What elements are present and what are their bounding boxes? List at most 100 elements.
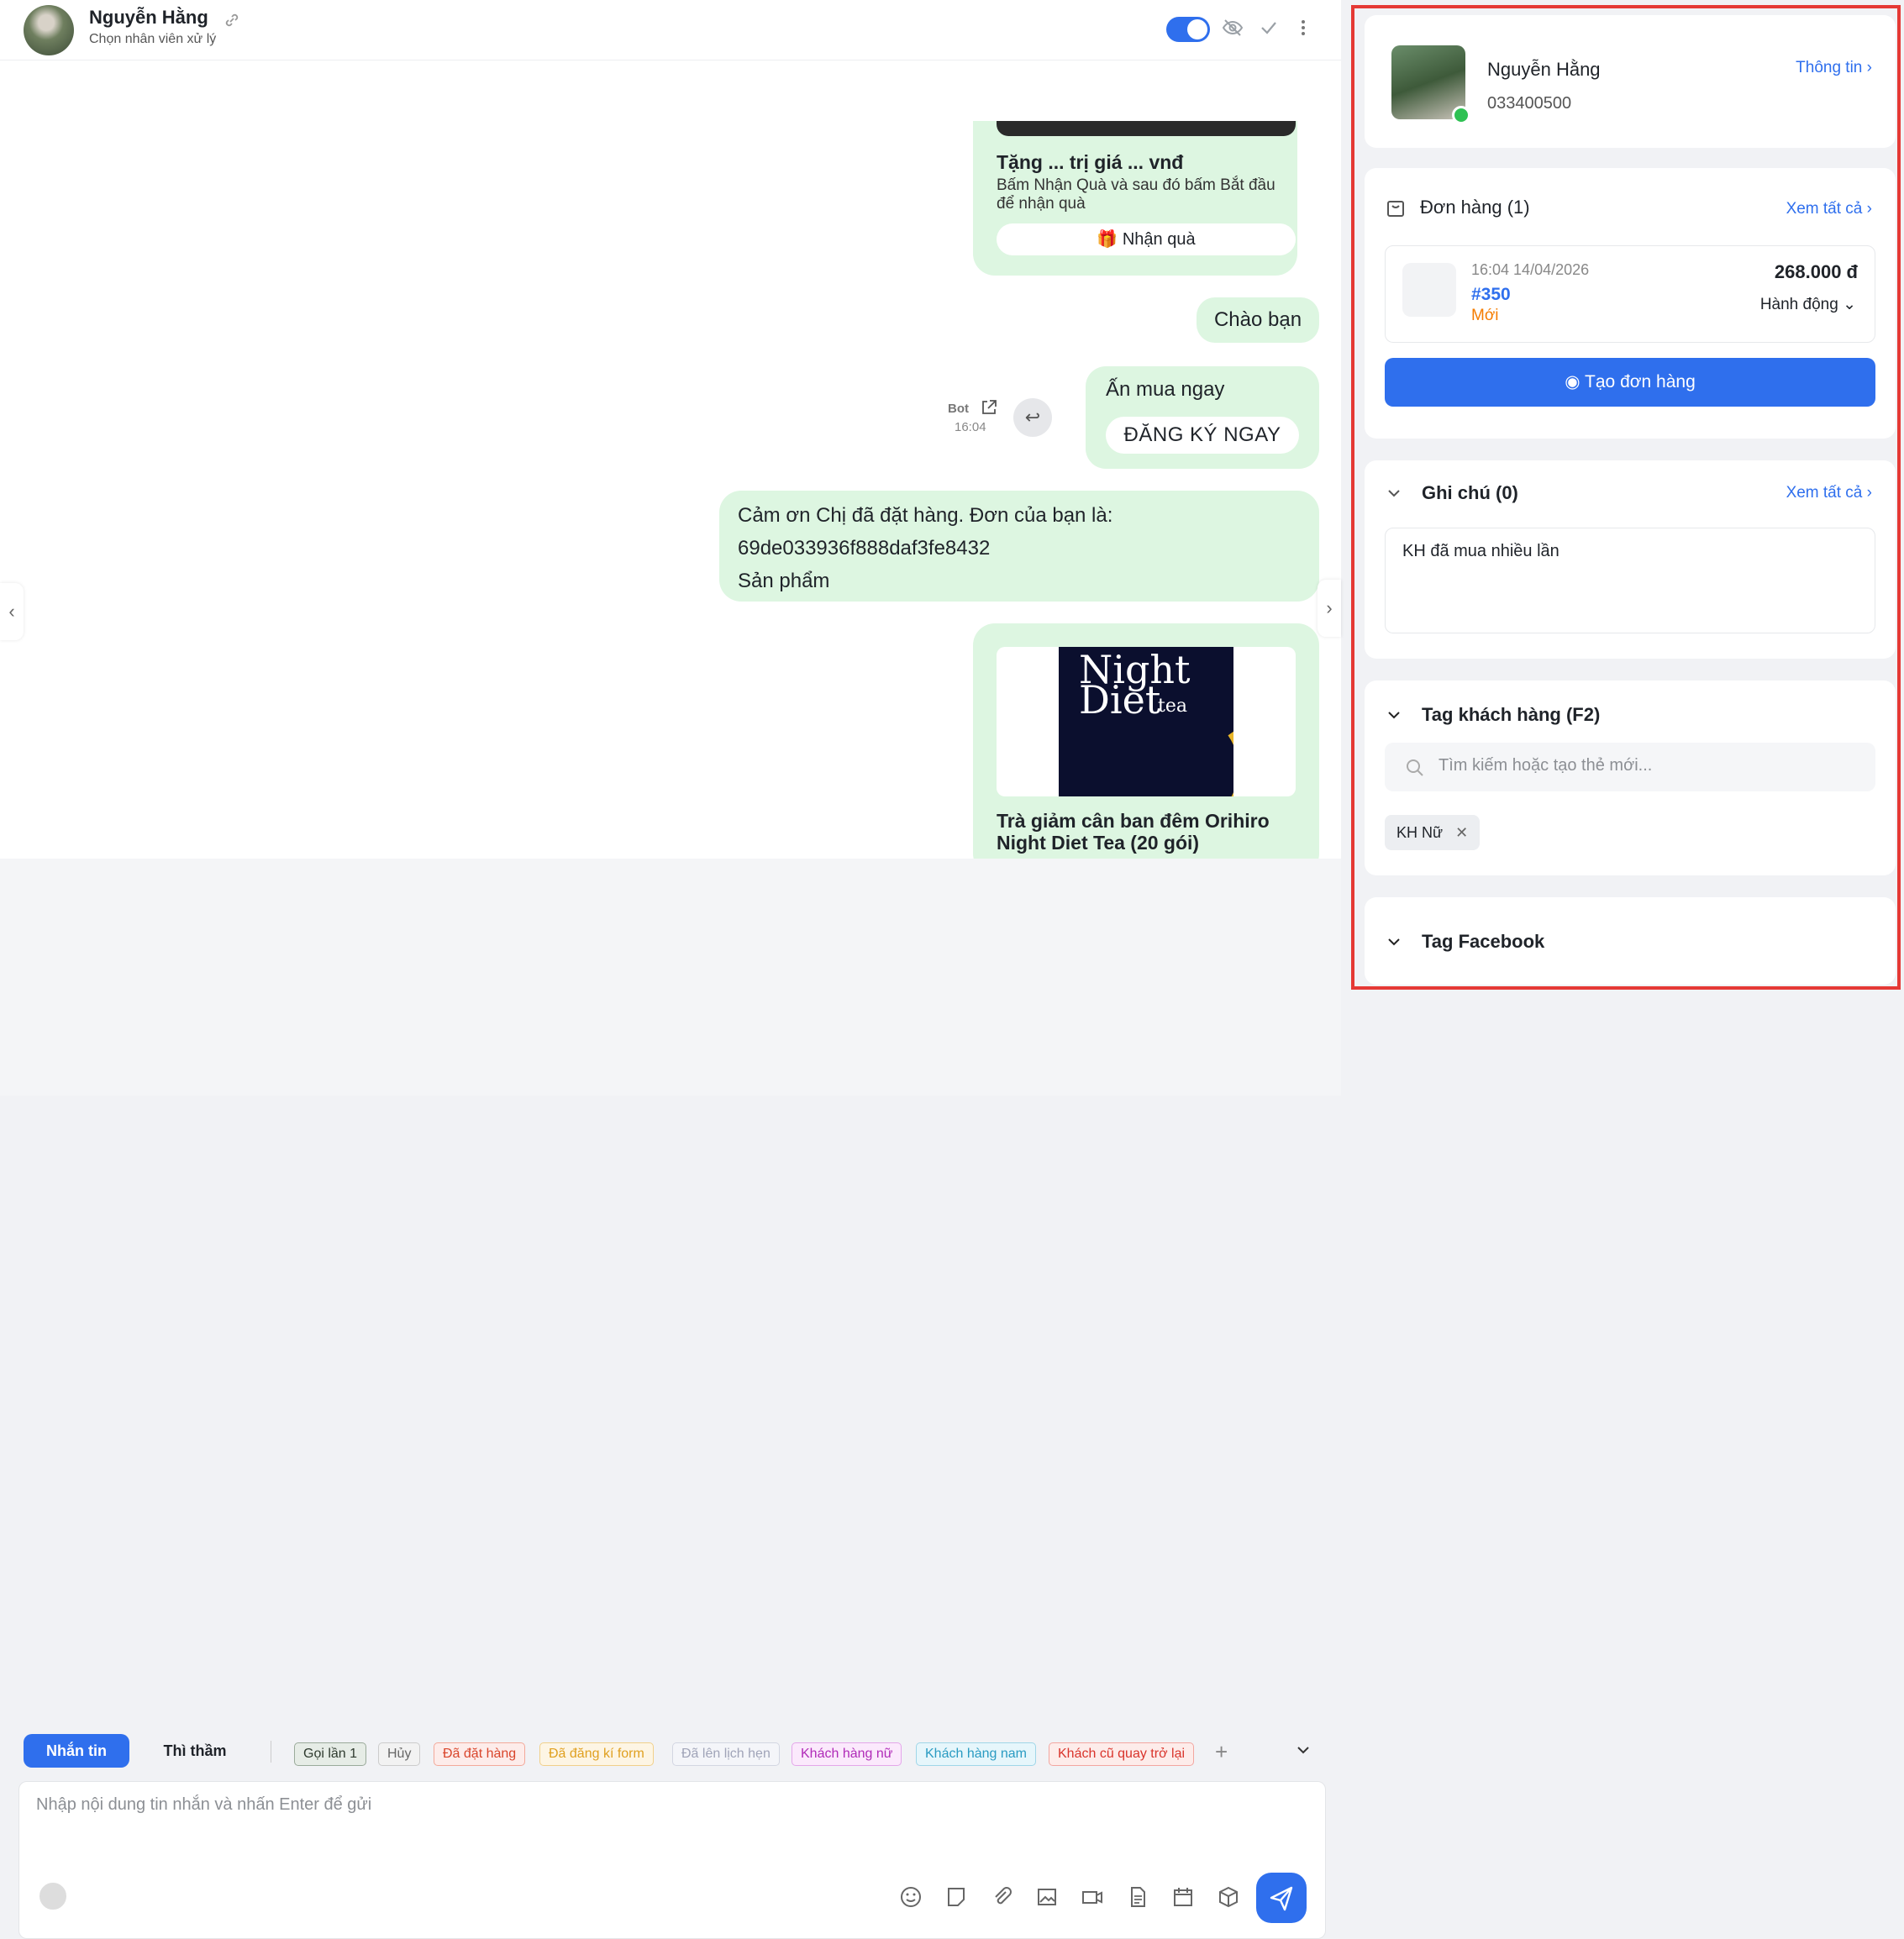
quick-tag[interactable]: Khách hàng nam: [916, 1742, 1036, 1766]
facebook-tags-title: Tag Facebook: [1422, 931, 1545, 952]
chevron-down-icon[interactable]: [1294, 1741, 1312, 1759]
quick-tag[interactable]: Đã lên lịch hẹn: [672, 1742, 780, 1766]
link-icon[interactable]: [224, 12, 240, 29]
more-icon[interactable]: [1294, 15, 1312, 40]
assign-staff-link[interactable]: Chọn nhân viên xử lý: [89, 32, 216, 47]
sender-avatar[interactable]: [38, 1881, 68, 1911]
notes-title: Ghi chú (0): [1422, 482, 1518, 503]
confirmation-line-3: Sản phẩm: [738, 570, 830, 592]
create-order-label: Tạo đơn hàng: [1585, 372, 1696, 391]
sticker-icon[interactable]: [944, 1884, 969, 1910]
document-icon[interactable]: [1125, 1884, 1150, 1910]
send-icon: [1270, 1886, 1293, 1911]
chevron-down-icon[interactable]: [1385, 933, 1403, 951]
customer-name: Nguyễn Hằng: [89, 7, 208, 28]
chevron-down-icon[interactable]: [1385, 484, 1403, 502]
bot-label: Bot: [948, 402, 969, 416]
message-input[interactable]: Nhập nội dung tin nhắn và nhấn Enter để …: [18, 1781, 1326, 1939]
quick-tag[interactable]: Gọi lần 1: [294, 1742, 367, 1766]
message-time: 16:04: [955, 420, 986, 434]
order-bag-icon: [1402, 263, 1456, 317]
customer-phone: 033400500: [1487, 94, 1572, 113]
product-image-text: tea: [1158, 696, 1187, 717]
close-icon[interactable]: ✕: [1455, 824, 1468, 841]
info-link-label: Thông tin: [1796, 59, 1863, 76]
create-order-icon: ◉: [1565, 372, 1581, 391]
facebook-tags-card: Tag Facebook: [1365, 897, 1896, 985]
tag-search-input[interactable]: Tìm kiếm hoặc tạo thẻ mới...: [1385, 743, 1875, 791]
search-icon: [1407, 759, 1423, 776]
attachment-icon[interactable]: [989, 1884, 1014, 1910]
order-confirmation-message: Cảm ơn Chị đã đặt hàng. Đơn của bạn là: …: [719, 491, 1319, 602]
online-status-dot: [1452, 106, 1470, 124]
notes-card: Ghi chú (0) Xem tất cả › KH đã mua nhiều…: [1365, 460, 1896, 659]
order-action-label: Hành động: [1759, 296, 1838, 313]
tag-chip-label: KH Nữ: [1396, 824, 1444, 841]
register-button[interactable]: ĐĂNG KÝ NGAY: [1106, 417, 1299, 454]
note-field[interactable]: KH đã mua nhiều lần: [1385, 528, 1875, 633]
notes-view-all[interactable]: Xem tất cả ›: [1786, 484, 1872, 502]
tag-search-placeholder: Tìm kiếm hoặc tạo thẻ mới...: [1439, 756, 1653, 775]
product-image-text: Diet: [1079, 677, 1161, 723]
order-action-dropdown[interactable]: Hành động ⌄: [1760, 295, 1856, 314]
orders-card: Đơn hàng (1) Xem tất cả › 16:04 14/04/20…: [1365, 168, 1896, 439]
quick-tag[interactable]: Đã đăng kí form: [539, 1742, 654, 1766]
message-placeholder: Nhập nội dung tin nhắn và nhấn Enter để …: [36, 1795, 372, 1814]
collapse-left-button[interactable]: ‹: [0, 583, 24, 640]
quick-tag[interactable]: Hủy: [378, 1742, 421, 1766]
avatar[interactable]: [24, 5, 74, 55]
buy-message: Ấn mua ngay ĐĂNG KÝ NGAY: [1086, 366, 1319, 469]
order-amount: 268.000 đ: [1774, 261, 1858, 282]
quick-tag[interactable]: Khách cũ quay trở lại: [1049, 1742, 1195, 1766]
tab-message[interactable]: Nhắn tin: [24, 1734, 129, 1768]
collapse-right-button[interactable]: ›: [1318, 580, 1341, 637]
customer-card: Nguyễn Hằng 033400500 Thông tin ›: [1365, 15, 1896, 148]
customer-name: Nguyễn Hằng: [1487, 59, 1601, 80]
product-card[interactable]: Night Diet tea Trà giảm cân ban đêm Orih…: [973, 623, 1319, 875]
orders-title: Đơn hàng (1): [1420, 197, 1530, 218]
message-list[interactable]: Tặng ... trị giá ... vnđ Bấm Nhận Quà và…: [0, 60, 1341, 875]
buy-text: Ấn mua ngay: [1106, 378, 1225, 401]
bag-icon: [1387, 201, 1404, 217]
tag-chip[interactable]: KH Nữ ✕: [1385, 815, 1481, 850]
add-tag-icon[interactable]: +: [1215, 1739, 1228, 1765]
promo-title: Tặng ... trị giá ... vnđ: [997, 151, 1184, 173]
image-icon[interactable]: [1034, 1884, 1060, 1910]
promo-image: [997, 121, 1296, 136]
quick-tag[interactable]: Khách hàng nữ: [792, 1742, 902, 1766]
confirmation-line-1: Cảm ơn Chị đã đặt hàng. Đơn của bạn là:: [738, 504, 1113, 527]
calendar-icon[interactable]: [1170, 1884, 1196, 1910]
create-order-button[interactable]: ◉ Tạo đơn hàng: [1385, 358, 1875, 407]
package-icon[interactable]: [1216, 1884, 1241, 1910]
orders-view-all-label: Xem tất cả: [1786, 200, 1863, 218]
order-code: 69de033936f888daf3fe8432: [738, 537, 991, 560]
orders-view-all[interactable]: Xem tất cả ›: [1786, 200, 1872, 218]
composer: Nhắn tin Thì thầm Gọi lần 1 Hủy Đã đặt hàn…: [0, 859, 1341, 1939]
external-link-icon[interactable]: [980, 398, 998, 417]
order-item[interactable]: 16:04 14/04/2026 #350 Mới 268.000 đ Hành…: [1385, 245, 1875, 343]
promo-description: Bấm Nhận Quà và sau đó bấm Bắt đầu để nh…: [997, 176, 1275, 213]
claim-gift-button[interactable]: 🎁 Nhận quà: [997, 223, 1296, 255]
eye-off-icon[interactable]: [1220, 15, 1245, 40]
reply-icon[interactable]: ↩: [1013, 398, 1052, 437]
check-icon[interactable]: [1257, 15, 1281, 40]
order-date: 16:04 14/04/2026: [1471, 261, 1590, 278]
bot-toggle[interactable]: [1166, 17, 1210, 42]
notes-view-all-label: Xem tất cả: [1786, 484, 1863, 502]
quick-tag[interactable]: Đã đặt hàng: [434, 1742, 526, 1766]
greeting-message: Chào bạn: [1197, 297, 1319, 343]
chat-header: Nguyễn Hằng Chọn nhân viên xử lý: [0, 0, 1341, 60]
send-button[interactable]: [1256, 1873, 1307, 1923]
info-link[interactable]: Thông tin ›: [1796, 59, 1872, 77]
promo-message: Tặng ... trị giá ... vnđ Bấm Nhận Quà và…: [973, 121, 1297, 276]
tab-whisper[interactable]: Thì thầm: [150, 1734, 240, 1768]
customer-tags-title: Tag khách hàng (F2): [1422, 704, 1601, 725]
product-name: Trà giảm cân ban đêm Orihiro Night Diet …: [997, 810, 1270, 854]
chat-area: Nguyễn Hằng Chọn nhân viên xử lý Tặng ..…: [0, 0, 1341, 1939]
emoji-icon[interactable]: [898, 1884, 923, 1910]
video-icon[interactable]: [1080, 1884, 1105, 1910]
chevron-down-icon[interactable]: [1385, 706, 1403, 724]
product-image[interactable]: Night Diet tea: [997, 647, 1296, 796]
order-id[interactable]: #350: [1471, 285, 1511, 305]
order-status: Mới: [1471, 307, 1499, 324]
